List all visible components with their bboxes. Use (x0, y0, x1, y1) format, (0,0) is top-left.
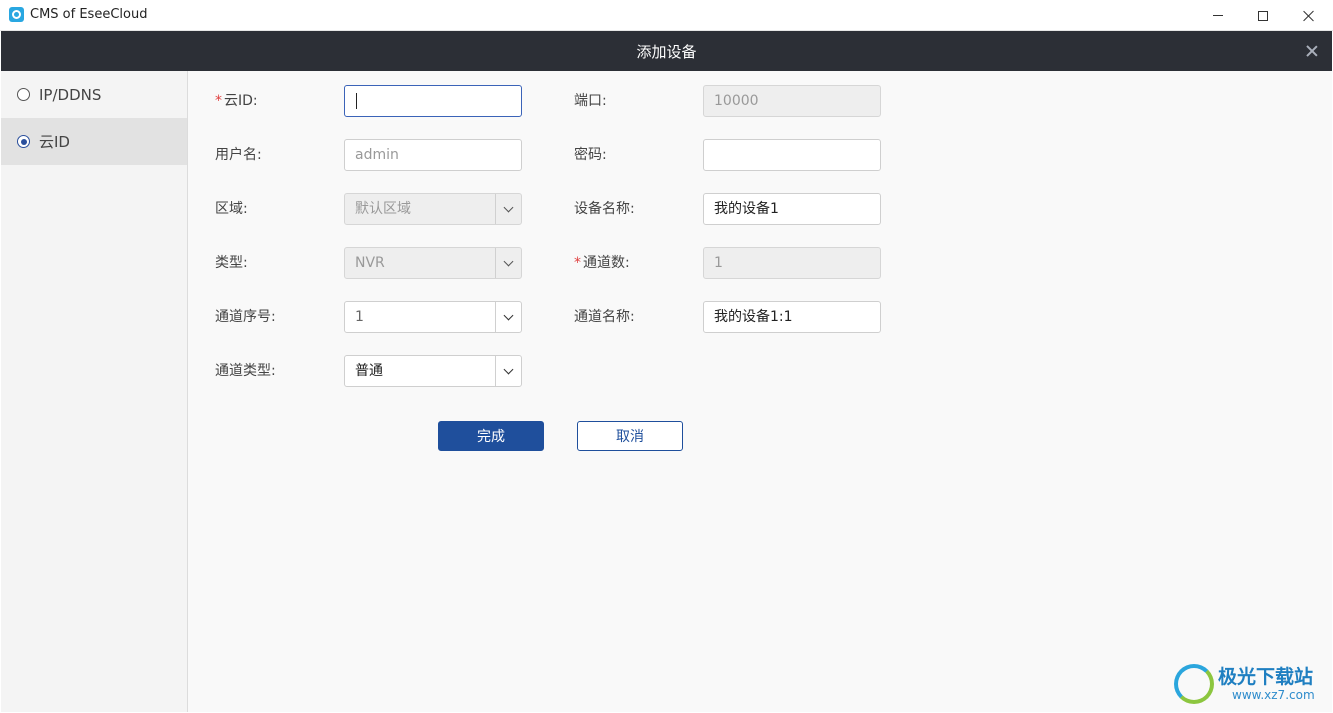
username-input[interactable]: admin (344, 139, 522, 171)
required-mark: * (215, 93, 222, 109)
window-close-button[interactable] (1286, 0, 1332, 31)
close-icon (1303, 10, 1315, 22)
chevron-down-icon (503, 364, 514, 374)
minimize-button[interactable] (1195, 0, 1241, 31)
channel-name-input[interactable]: 我的设备1:1 (703, 301, 881, 333)
type-select: NVR (344, 247, 522, 279)
chevron-down-icon (503, 310, 514, 320)
device-form: * 云ID: 端口: 10000 用户名: admin 密码: 区域: 默认区域 … (188, 71, 1332, 712)
device-name-label: 设备名称: (574, 201, 635, 217)
cloud-id-label: * 云ID: (215, 93, 258, 109)
channel-index-select[interactable]: 1 (344, 301, 522, 333)
username-label: 用户名: (215, 147, 262, 163)
sidebar-item-ip-ddns[interactable]: IP/DDNS (1, 71, 187, 118)
channel-count-label: * 通道数: (574, 255, 630, 271)
minimize-icon (1213, 15, 1223, 16)
watermark-brand: 极光下载站 (1218, 666, 1314, 688)
radio-icon (17, 88, 30, 101)
maximize-button[interactable] (1240, 0, 1286, 31)
dialog-title: 添加设备 (636, 42, 697, 61)
sidebar-item-cloud-id[interactable]: 云ID (1, 118, 187, 165)
chevron-down-icon (503, 256, 514, 266)
channel-type-label: 通道类型: (215, 363, 276, 379)
window-title: CMS of EseeCloud (30, 7, 148, 22)
app-icon (9, 7, 24, 22)
region-label: 区域: (215, 201, 248, 217)
chevron-down-icon (503, 202, 514, 212)
port-label: 端口: (574, 93, 607, 109)
close-icon (1306, 45, 1318, 57)
add-mode-sidebar: IP/DDNS 云ID (1, 71, 188, 712)
maximize-icon (1258, 10, 1268, 21)
channel-index-label: 通道序号: (215, 309, 276, 325)
type-label: 类型: (215, 255, 248, 271)
watermark-url: www.xz7.com (1232, 688, 1315, 702)
sidebar-item-label: IP/DDNS (39, 85, 102, 104)
device-name-input[interactable]: 我的设备1 (703, 193, 881, 225)
cancel-button[interactable]: 取消 (577, 421, 683, 451)
dialog-close-button[interactable] (1302, 41, 1322, 61)
required-mark: * (574, 255, 581, 271)
channel-name-label: 通道名称: (574, 309, 635, 325)
window-titlebar: CMS of EseeCloud (0, 0, 1333, 31)
password-label: 密码: (574, 147, 607, 163)
done-button[interactable]: 完成 (438, 421, 544, 451)
dialog-header: 添加设备 (1, 31, 1332, 71)
region-select: 默认区域 (344, 193, 522, 225)
channel-count-input: 1 (703, 247, 881, 279)
channel-type-select[interactable]: 普通 (344, 355, 522, 387)
cloud-id-input[interactable] (344, 85, 522, 117)
radio-checked-icon (17, 135, 30, 148)
sidebar-item-label: 云ID (39, 133, 70, 151)
watermark: 极光下载站 www.xz7.com (1170, 660, 1330, 708)
password-input[interactable] (703, 139, 881, 171)
port-input: 10000 (703, 85, 881, 117)
watermark-logo-icon (1174, 664, 1214, 704)
